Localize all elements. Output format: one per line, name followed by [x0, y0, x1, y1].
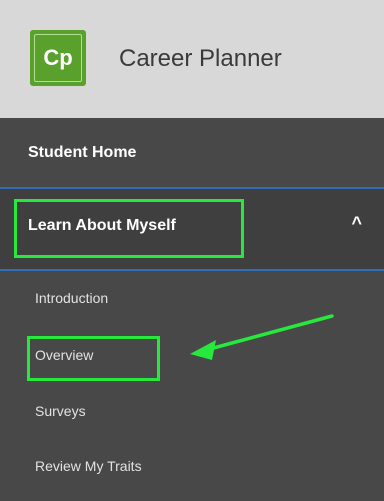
career-planner-logo-icon: Cp — [30, 30, 86, 86]
nav-item-student-home[interactable]: Student Home — [0, 118, 384, 188]
highlight-box-learn-about-myself — [14, 199, 244, 258]
chevron-up-icon[interactable]: ^ — [351, 213, 362, 234]
nav-item-review-my-traits[interactable]: Review My Traits — [35, 458, 142, 474]
section-divider-bottom — [0, 269, 384, 271]
nav-item-surveys[interactable]: Surveys — [35, 403, 86, 419]
highlight-box-overview — [27, 336, 160, 381]
app-title: Career Planner — [119, 45, 282, 72]
app-frame: Cp Career Planner Student Home Learn Abo… — [0, 0, 384, 501]
arrow-left-icon — [190, 314, 334, 360]
logo-text: Cp — [34, 34, 82, 82]
app-header: Cp Career Planner — [0, 0, 384, 118]
nav-item-introduction[interactable]: Introduction — [35, 290, 108, 306]
